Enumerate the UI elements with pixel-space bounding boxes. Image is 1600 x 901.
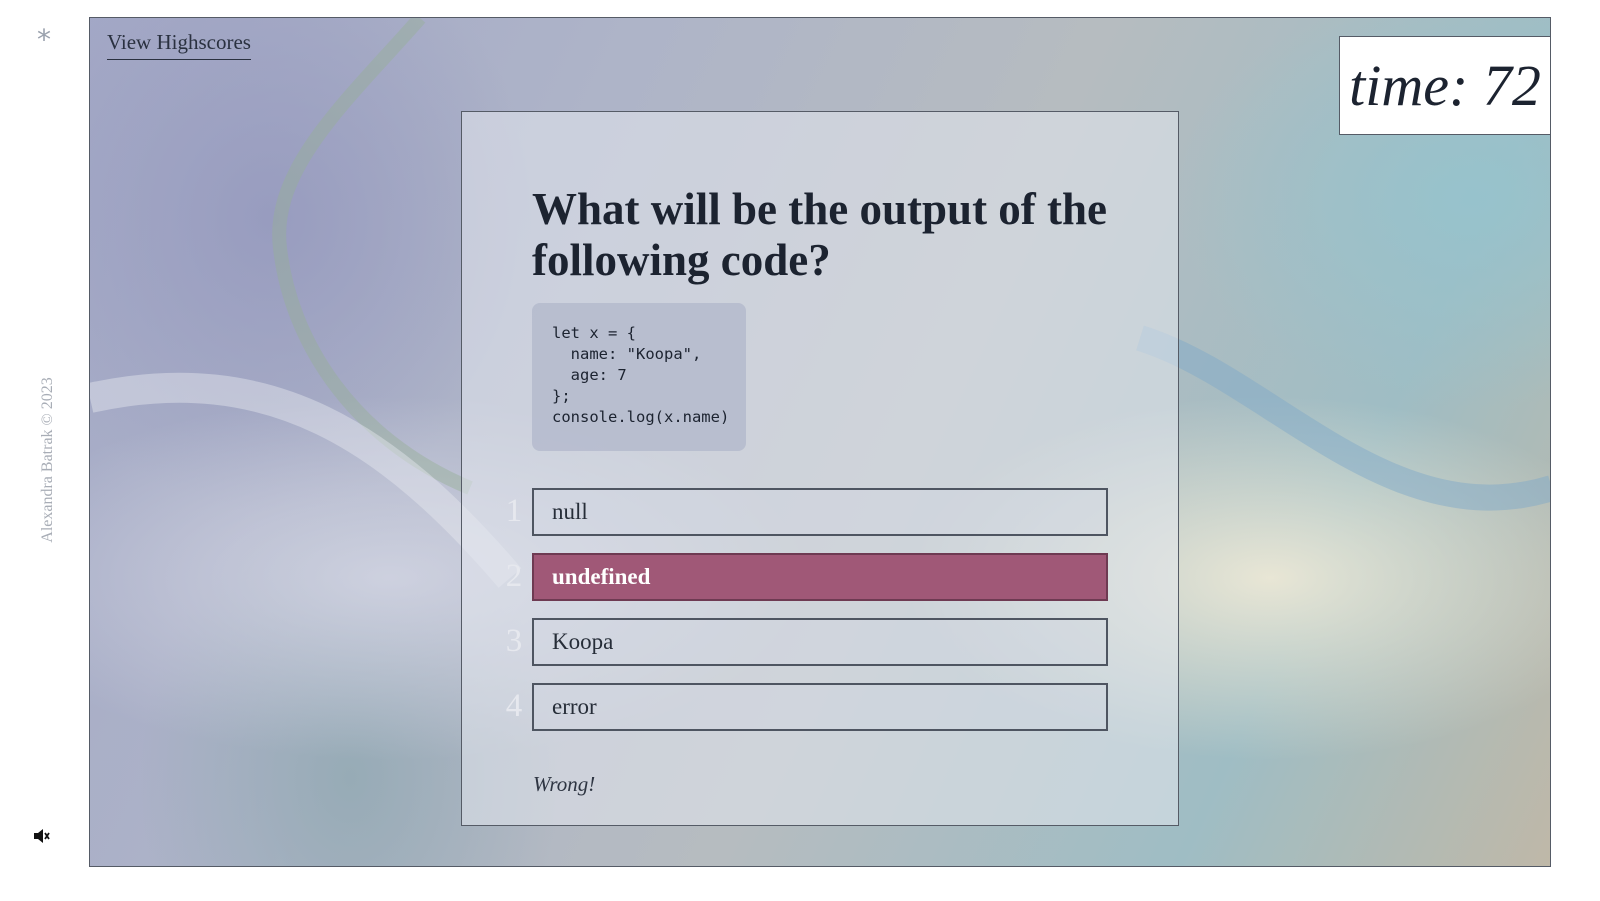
answer-button-error[interactable]: error — [532, 683, 1108, 731]
sidebar: * Alexandra Batrak © 2023 — [0, 0, 90, 901]
answer-option: 3 Koopa — [502, 618, 1112, 666]
answer-button-undefined[interactable]: undefined — [532, 553, 1108, 601]
answer-option: 4 error — [502, 683, 1112, 731]
timer-display: time: 72 — [1339, 36, 1551, 135]
answer-number: 2 — [505, 558, 523, 594]
question-card: What will be the output of the following… — [461, 111, 1179, 826]
answer-number: 4 — [505, 688, 523, 724]
speaker-mute-icon[interactable] — [32, 826, 52, 846]
answer-button-null[interactable]: null — [532, 488, 1108, 536]
answer-option: 1 null — [502, 488, 1112, 536]
answer-option: 2 undefined — [502, 553, 1112, 601]
answer-button-koopa[interactable]: Koopa — [532, 618, 1108, 666]
answer-number: 1 — [505, 493, 523, 529]
copyright-text: Alexandra Batrak © 2023 — [39, 377, 56, 543]
view-highscores-link[interactable]: View Highscores — [107, 30, 251, 60]
answer-feedback: Wrong! — [533, 772, 596, 796]
code-block: let x = { name: "Koopa", age: 7 }; conso… — [532, 303, 746, 451]
answer-number: 3 — [505, 623, 523, 659]
asterisk-icon: * — [37, 23, 51, 56]
question-title: What will be the output of the following… — [532, 184, 1108, 285]
